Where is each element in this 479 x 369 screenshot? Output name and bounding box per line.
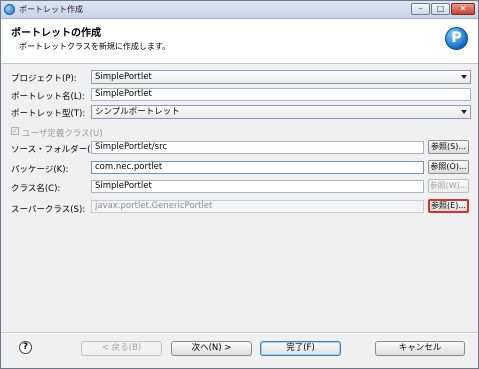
back-button[interactable]: < 戻る(B)	[81, 341, 162, 356]
portlet-type-select[interactable]: シンプルポートレット	[91, 105, 471, 119]
superclass-label: スーパークラス(S):	[11, 205, 86, 215]
minimize-icon: –	[418, 4, 423, 13]
chevron-down-icon	[461, 75, 467, 79]
chevron-down-icon	[461, 110, 467, 114]
class-name-label: クラス名(C):	[11, 184, 61, 194]
project-label: プロジェクト(P):	[11, 74, 77, 84]
source-folder-label: ソース・フォルダー(D):	[11, 145, 104, 155]
minimize-button[interactable]: –	[411, 3, 430, 15]
dialog-window: ポートレット作成 – □ ✕ ポートレットの作成 ポートレットクラスを新規に作成…	[0, 0, 479, 369]
next-button[interactable]: 次へ(N) >	[171, 341, 252, 356]
superclass-field[interactable]: javax.portlet.GenericPortlet	[91, 200, 424, 213]
user-class-label: ユーザ定義クラス(U)	[22, 129, 103, 139]
maximize-icon: □	[436, 4, 445, 13]
window-title: ポートレット作成	[19, 5, 83, 14]
user-class-checkbox[interactable]: ✓	[11, 127, 19, 135]
footer-divider	[1, 332, 478, 334]
project-select[interactable]: SimplePortlet	[91, 70, 471, 84]
title-bar[interactable]: ポートレット作成 – □ ✕	[1, 1, 478, 19]
package-field[interactable]: com.nec.portlet	[91, 161, 424, 174]
app-icon	[4, 4, 15, 15]
portlet-logo-icon: P	[445, 27, 468, 50]
wizard-banner: ポートレットの作成 ポートレットクラスを新規に作成します。 P	[1, 19, 478, 64]
portlet-name-field[interactable]: SimplePortlet	[91, 88, 471, 101]
portlet-name-label: ポートレット名(L):	[11, 92, 85, 102]
close-button[interactable]: ✕	[451, 3, 475, 15]
portlet-type-label: ポートレット型(T):	[11, 109, 86, 119]
banner-title: ポートレットの作成	[11, 28, 101, 39]
close-icon: ✕	[459, 4, 467, 13]
finish-button[interactable]: 完了(F)	[260, 341, 341, 356]
browse-class-button[interactable]: 参照(W)...	[428, 179, 469, 193]
source-folder-field[interactable]: SimplePortlet/src	[91, 141, 424, 154]
help-icon[interactable]: ?	[19, 341, 32, 354]
class-name-field[interactable]: SimplePortlet	[91, 180, 424, 193]
banner-description: ポートレットクラスを新規に作成します。	[19, 42, 171, 51]
maximize-button[interactable]: □	[431, 3, 450, 15]
package-label: パッケージ(K):	[11, 165, 69, 175]
cancel-button[interactable]: キャンセル	[375, 341, 465, 356]
browse-superclass-button[interactable]: 参照(E)...	[428, 199, 469, 213]
portlet-type-select-value: シンプルポートレット	[95, 107, 180, 117]
project-select-value: SimplePortlet	[95, 72, 152, 82]
browse-package-button[interactable]: 参照(O)...	[428, 160, 469, 174]
browse-source-button[interactable]: 参照(S)...	[428, 140, 469, 154]
